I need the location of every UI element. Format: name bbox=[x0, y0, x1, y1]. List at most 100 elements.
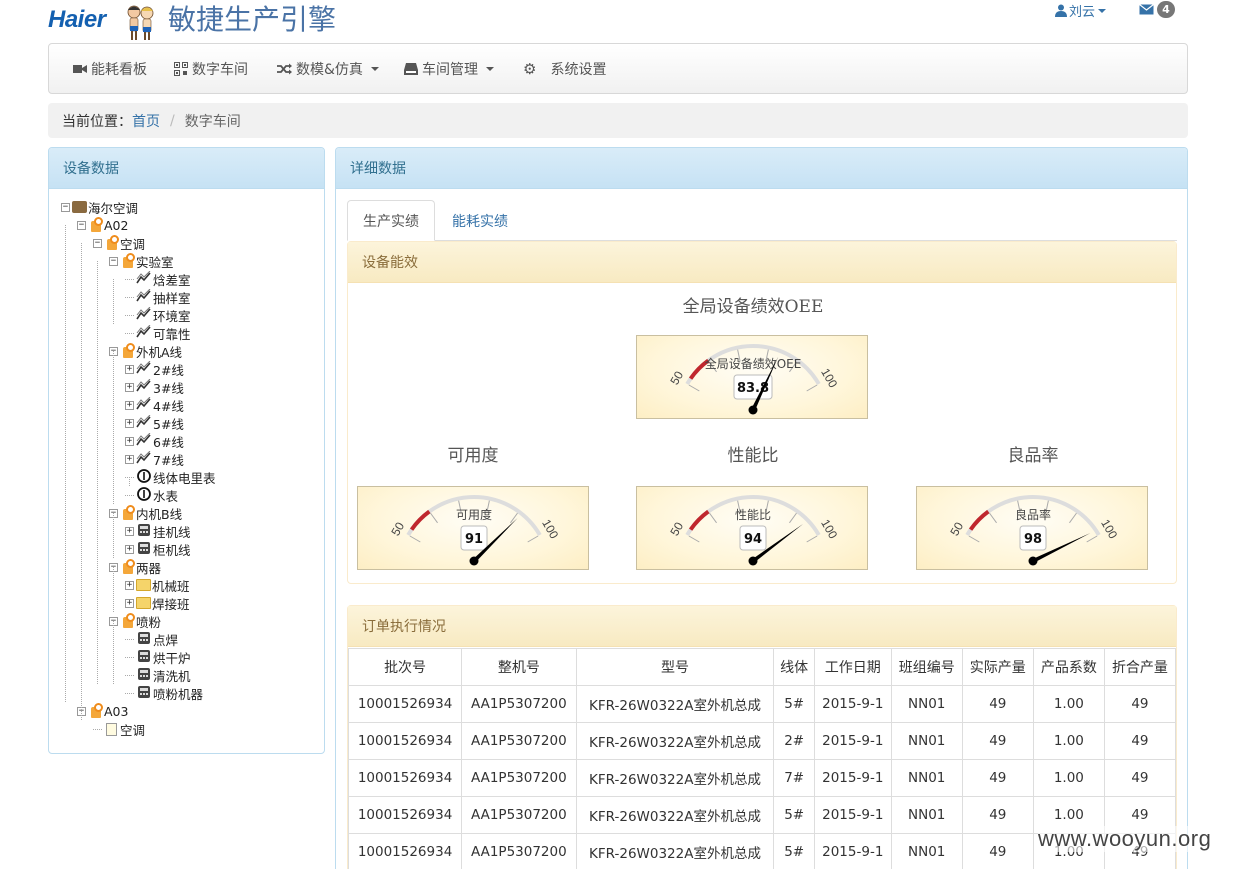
tree-node[interactable]: +5#线 bbox=[125, 414, 184, 432]
expand-icon[interactable]: + bbox=[125, 364, 134, 374]
tree-node[interactable]: +6#线 bbox=[125, 432, 184, 450]
tree-node[interactable]: 点焊 bbox=[125, 630, 178, 648]
tree-node[interactable]: 可靠性 bbox=[125, 324, 191, 342]
table-cell: 1.00 bbox=[1032, 685, 1105, 723]
expand-icon[interactable]: + bbox=[125, 454, 134, 464]
expand-icon[interactable]: + bbox=[125, 598, 134, 608]
nav-item-simulation[interactable]: 数模&仿真 bbox=[277, 44, 379, 93]
collapse-icon[interactable]: − bbox=[93, 238, 102, 248]
gauge-tick bbox=[789, 512, 797, 524]
gauge-min-label: 50 bbox=[388, 519, 407, 538]
tree-node[interactable]: 清洗机 bbox=[125, 666, 191, 684]
gauge-tick bbox=[409, 535, 421, 543]
tree-node[interactable]: − A02 bbox=[77, 216, 128, 234]
tree-node[interactable]: − 实验室 bbox=[109, 252, 174, 270]
table-cell: KFR-26W0322A室外机总成 bbox=[575, 685, 775, 723]
org-icon bbox=[120, 613, 135, 629]
tree-node[interactable]: − 喷粉 bbox=[109, 612, 161, 630]
tree-node-label: 机械班 bbox=[152, 578, 190, 594]
table-cell: 49 bbox=[1103, 759, 1177, 797]
messages-button[interactable]: 4 bbox=[1139, 1, 1175, 18]
collapse-icon[interactable]: − bbox=[77, 220, 86, 230]
expand-icon[interactable]: + bbox=[125, 400, 134, 410]
user-menu[interactable]: 刘云 bbox=[1055, 1, 1107, 20]
nav-item-settings[interactable]: ⚙ 系统设置 bbox=[523, 44, 606, 93]
tree-node[interactable]: + 柜机线 bbox=[125, 540, 191, 558]
tree-node[interactable]: − 海尔空调 bbox=[61, 198, 138, 216]
tab-production[interactable]: 生产实绩 bbox=[347, 200, 435, 241]
line-chart-icon bbox=[136, 360, 152, 378]
tree-node[interactable]: 环境室 bbox=[125, 306, 191, 324]
chevron-down-icon bbox=[486, 66, 494, 71]
tree-node[interactable]: − 空调 bbox=[93, 234, 145, 252]
tree-node[interactable]: 线体电里表 bbox=[125, 468, 216, 486]
collapse-icon[interactable]: − bbox=[61, 202, 70, 212]
table-cell: AA1P5307200 bbox=[461, 833, 577, 869]
tree-node[interactable]: − 两器 bbox=[109, 558, 161, 576]
table-row: 10001526934 AA1P5307200 KFR-26W0322A室外机总成 7… bbox=[347, 759, 1177, 797]
tree-guide-line bbox=[113, 279, 114, 324]
gauge-max-label: 100 bbox=[818, 366, 840, 391]
tree-node[interactable]: + 挂机线 bbox=[125, 522, 191, 540]
nav-label: 数字车间 bbox=[192, 61, 248, 78]
nav-item-workshop-management[interactable]: 车间管理 bbox=[404, 44, 494, 93]
table-row: 10001526934 AA1P5307200 KFR-26W0322A室外机总成 5… bbox=[347, 685, 1177, 723]
tree-node-label: 线体电里表 bbox=[153, 470, 216, 486]
performance-gauge: 50 100 性能比 94 bbox=[636, 486, 868, 570]
collapse-icon[interactable]: − bbox=[109, 256, 118, 266]
expand-icon[interactable]: + bbox=[125, 544, 134, 554]
tree-node[interactable]: 烘干炉 bbox=[125, 648, 191, 666]
tree-node-label: 外机A线 bbox=[136, 344, 183, 360]
tab-energy[interactable]: 能耗实绩 bbox=[437, 200, 523, 241]
table-cell: 2# bbox=[773, 722, 815, 760]
nav-item-energy-board[interactable]: 能耗看板 bbox=[73, 44, 147, 93]
tree-node[interactable]: − 内机B线 bbox=[109, 504, 182, 522]
nav-label: 数模&仿真 bbox=[296, 61, 363, 78]
expand-icon[interactable]: + bbox=[125, 418, 134, 428]
orders-title: 订单执行情况 bbox=[348, 606, 1176, 647]
expand-icon[interactable]: + bbox=[125, 526, 134, 536]
qrcode-icon bbox=[174, 61, 188, 76]
gauge-needle-hub bbox=[1028, 556, 1038, 566]
main-navbar: 能耗看板 数字车间 数模&仿真 车间管理 ⚙ 系统设置 bbox=[48, 43, 1188, 94]
tree-node-label: 喷粉 bbox=[136, 614, 162, 630]
tree-node[interactable]: + 机械班 bbox=[125, 576, 190, 594]
machine-icon bbox=[136, 631, 152, 648]
gauge-tick bbox=[968, 535, 980, 543]
tree-node[interactable]: 喷粉机器 bbox=[125, 684, 203, 702]
machine-icon bbox=[136, 649, 152, 666]
line-chart-icon bbox=[136, 414, 152, 432]
table-cell: 2015-9-1 bbox=[813, 685, 892, 723]
tree-node[interactable]: − 外机A线 bbox=[109, 342, 182, 360]
gauge-tick bbox=[1086, 535, 1098, 543]
hdd-icon bbox=[404, 62, 418, 75]
breadcrumb: 当前位置： 首页 / 数字车间 bbox=[48, 103, 1188, 138]
expand-icon[interactable]: + bbox=[125, 580, 134, 590]
tree-node[interactable]: 抽样室 bbox=[125, 288, 191, 306]
gauge-value: 94 bbox=[744, 532, 762, 547]
tree-node-label: 海尔空调 bbox=[88, 200, 139, 216]
tree-node[interactable]: +4#线 bbox=[125, 396, 184, 414]
tree-node[interactable]: 空调 bbox=[93, 720, 145, 738]
haier-brothers-mascot-icon bbox=[127, 5, 154, 40]
expand-icon[interactable]: + bbox=[125, 382, 134, 392]
gauge-max-label: 100 bbox=[539, 517, 561, 542]
tree-node[interactable]: +2#线 bbox=[125, 360, 184, 378]
tree-node-label: 喷粉机器 bbox=[153, 686, 204, 702]
breadcrumb-home-link[interactable]: 首页 bbox=[132, 111, 160, 131]
tree-node[interactable]: − A03 bbox=[77, 702, 128, 720]
table-cell: 1.00 bbox=[1032, 722, 1105, 760]
tree-node[interactable]: 焓差室 bbox=[125, 270, 191, 288]
expand-icon[interactable]: + bbox=[125, 436, 134, 446]
nav-item-digital-workshop[interactable]: 数字车间 bbox=[174, 44, 248, 93]
tree-guide-line bbox=[97, 261, 98, 684]
tree-node-label: 2#线 bbox=[153, 362, 184, 378]
tree-node[interactable]: +7#线 bbox=[125, 450, 184, 468]
line-chart-icon bbox=[136, 270, 152, 288]
tree-node[interactable]: 水表 bbox=[125, 486, 178, 504]
gauge-tick bbox=[688, 535, 700, 543]
tree-node-label: 3#线 bbox=[153, 380, 184, 396]
tree-node[interactable]: + 焊接班 bbox=[125, 594, 190, 612]
gauge-caption: 良品率 bbox=[1015, 507, 1051, 522]
tree-node[interactable]: +3#线 bbox=[125, 378, 184, 396]
